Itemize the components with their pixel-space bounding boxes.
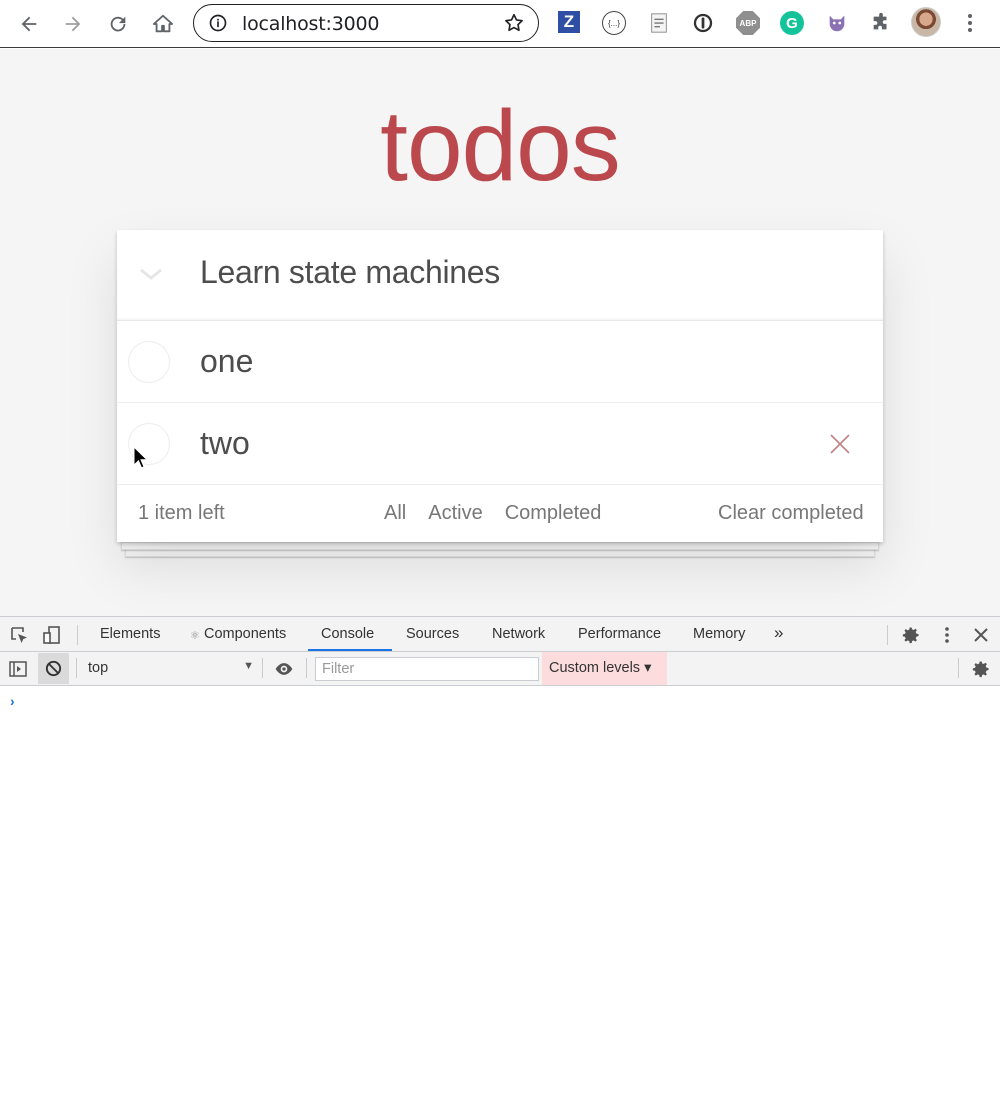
console-filter-input[interactable]: Filter <box>315 657 539 681</box>
app-title: todos <box>380 90 621 202</box>
filter-list: All Active Completed <box>377 501 608 526</box>
devtools-panel: Elements ⚛ Components Console Sources Ne… <box>0 616 1000 1107</box>
browser-menu-icon[interactable] <box>960 11 980 35</box>
extensions-puzzle-icon[interactable] <box>869 11 893 35</box>
react-icon: ⚛ <box>190 630 200 642</box>
separator <box>77 625 78 645</box>
todo-header: Learn state machines <box>117 230 883 321</box>
todo-app: Learn state machines one two 1 item left… <box>117 230 883 542</box>
separator <box>262 658 263 678</box>
reload-button[interactable] <box>103 9 133 39</box>
todo-label[interactable]: one <box>200 343 253 380</box>
page-viewport: todos Learn state machines one two 1 ite… <box>0 49 1000 616</box>
tab-elements[interactable]: Elements <box>100 626 160 642</box>
todo-toggle-checkbox[interactable] <box>128 341 170 383</box>
tab-network[interactable]: Network <box>492 626 545 642</box>
todo-item[interactable]: one <box>117 321 883 403</box>
new-todo-input[interactable]: Learn state machines <box>200 254 500 291</box>
sidebar-toggle-icon[interactable] <box>8 659 28 679</box>
console-toolbar: top ▼ Filter Custom levels ▾ <box>0 652 1000 686</box>
filter-all[interactable]: All <box>377 501 413 526</box>
items-left-count: 1 item left <box>138 502 225 524</box>
arrow-left-icon <box>21 16 37 32</box>
page-capture-icon[interactable] <box>647 11 671 35</box>
tab-performance[interactable]: Performance <box>578 626 661 642</box>
tab-console[interactable]: Console <box>321 626 374 642</box>
close-devtools-icon[interactable] <box>971 625 991 645</box>
context-value: top <box>88 660 109 676</box>
url-text: localhost:3000 <box>242 13 380 35</box>
separator <box>76 658 77 678</box>
reload-icon <box>110 16 126 32</box>
octotree-icon[interactable] <box>825 11 849 35</box>
filter-completed[interactable]: Completed <box>498 501 609 526</box>
clear-console-icon <box>45 660 62 677</box>
live-expression-eye-icon[interactable] <box>274 659 294 679</box>
console-settings-gear-icon[interactable] <box>971 659 991 679</box>
inspect-element-icon[interactable] <box>9 625 29 645</box>
settings-gear-icon[interactable] <box>901 625 921 645</box>
adblock-plus-icon[interactable]: ABP <box>736 11 760 35</box>
clear-console-button[interactable] <box>38 653 69 684</box>
devtools-tab-bar: Elements ⚛ Components Console Sources Ne… <box>0 617 1000 652</box>
arrow-right-icon <box>65 16 81 32</box>
context-selector[interactable]: top ▼ <box>82 660 254 676</box>
bookmark-star-icon[interactable] <box>503 12 525 34</box>
todo-item[interactable]: two <box>117 403 883 485</box>
separator <box>958 658 959 678</box>
stack-shadow <box>121 542 879 550</box>
clear-completed-button[interactable]: Clear completed <box>718 502 864 525</box>
console-prompt[interactable]: › <box>10 693 15 709</box>
grammarly-icon[interactable]: G <box>780 11 804 35</box>
separator <box>887 625 888 645</box>
browser-toolbar: localhost:3000 Z {...} ABP G <box>0 0 1000 48</box>
log-levels-dropdown[interactable]: Custom levels ▾ <box>542 652 667 685</box>
back-button[interactable] <box>14 9 44 39</box>
todo-footer: 1 item left All Active Completed Clear c… <box>117 485 883 542</box>
info-icon[interactable] <box>208 13 228 33</box>
todo-label[interactable]: two <box>200 425 250 462</box>
mouse-cursor-icon <box>133 446 149 469</box>
json-viewer-icon[interactable]: {...} <box>602 11 626 35</box>
separator <box>306 658 307 678</box>
more-tabs-button[interactable]: » <box>774 623 783 643</box>
delete-todo-icon[interactable] <box>829 433 851 455</box>
filter-active[interactable]: Active <box>421 501 489 526</box>
device-toolbar-icon[interactable] <box>42 625 62 645</box>
devtools-menu-icon[interactable] <box>937 625 957 645</box>
password-manager-icon[interactable] <box>691 11 715 35</box>
tab-components[interactable]: Components <box>204 626 286 642</box>
dropdown-arrow-icon: ▼ <box>243 660 254 672</box>
forward-button[interactable] <box>58 9 88 39</box>
address-bar[interactable]: localhost:3000 <box>193 4 539 42</box>
home-icon <box>152 14 174 33</box>
home-button[interactable] <box>148 9 178 39</box>
zotero-icon[interactable]: Z <box>558 11 580 33</box>
toggle-all-chevron-icon[interactable] <box>139 264 163 284</box>
tab-memory[interactable]: Memory <box>693 626 745 642</box>
stack-shadow <box>125 549 875 557</box>
active-tab-indicator <box>308 649 392 651</box>
tab-sources[interactable]: Sources <box>406 626 459 642</box>
profile-avatar[interactable] <box>911 7 941 37</box>
